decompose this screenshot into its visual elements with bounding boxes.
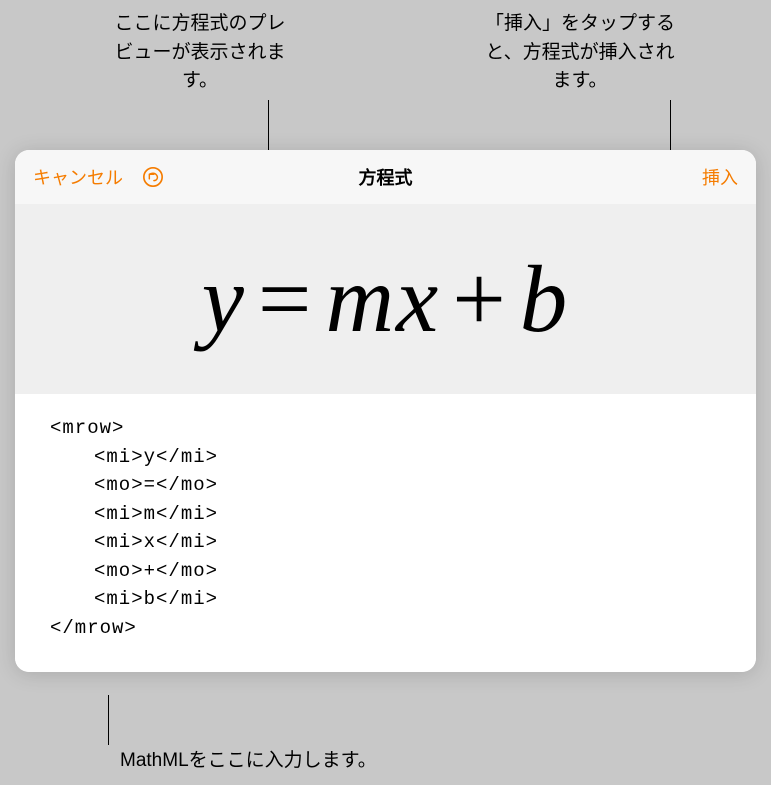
mathml-code-input[interactable]: <mrow> <mi>y</mi> <mo>=</mo> <mi>m</mi> … xyxy=(15,394,756,672)
code-line: <mi>b</mi> xyxy=(50,585,721,614)
code-line: <mi>x</mi> xyxy=(50,528,721,557)
eq-var-x: x xyxy=(396,246,440,352)
code-line: <mo>=</mo> xyxy=(50,471,721,500)
equation-dialog: キャンセル 方程式 挿入 y=mx+b <mrow> <mi>y</mi> <m… xyxy=(15,150,756,672)
code-line: <mo>+</mo> xyxy=(50,557,721,586)
code-line: <mi>m</mi> xyxy=(50,500,721,529)
code-line: </mrow> xyxy=(50,617,137,639)
undo-icon xyxy=(142,166,164,188)
eq-var-y: y xyxy=(202,246,246,352)
callout-line xyxy=(108,695,109,745)
equation-preview-area: y=mx+b xyxy=(15,204,756,394)
cancel-button[interactable]: キャンセル xyxy=(33,164,123,190)
equation-preview: y=mx+b xyxy=(202,244,570,354)
dialog-header: キャンセル 方程式 挿入 xyxy=(15,150,756,204)
undo-button[interactable] xyxy=(141,165,165,189)
annotation-mathml: MathMLをここに入力します。 xyxy=(120,747,377,776)
dialog-title: 方程式 xyxy=(359,164,413,190)
eq-var-b: b xyxy=(520,246,570,352)
code-line: <mi>y</mi> xyxy=(50,443,721,472)
eq-var-m: m xyxy=(325,246,396,352)
eq-op-plus: + xyxy=(440,246,520,352)
annotation-insert: 「挿入」をタップすると、方程式が挿入されます。 xyxy=(480,10,680,96)
code-line: <mrow> xyxy=(50,417,124,439)
annotation-preview: ここに方程式のプレビューが表示されます。 xyxy=(110,10,290,96)
header-left-group: キャンセル xyxy=(33,164,165,190)
insert-button[interactable]: 挿入 xyxy=(702,164,738,190)
eq-op-equals: = xyxy=(246,246,326,352)
